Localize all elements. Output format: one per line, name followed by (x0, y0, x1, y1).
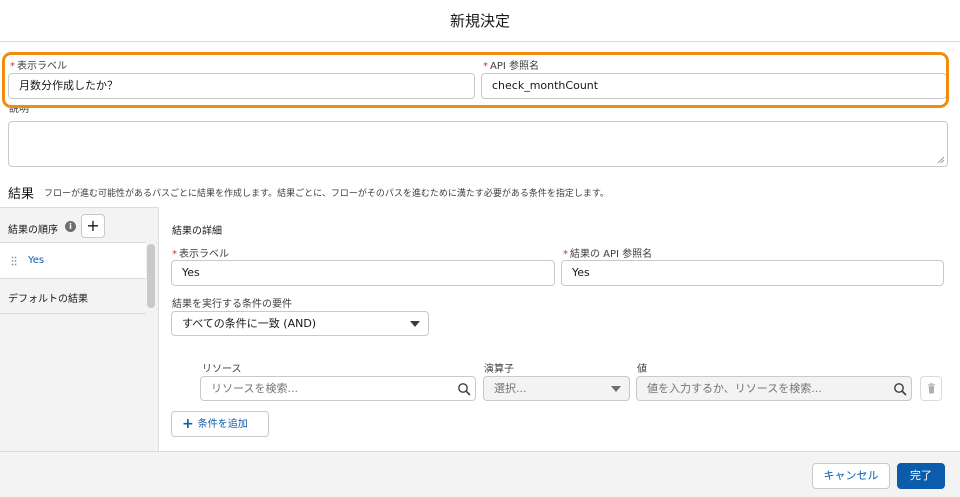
search-icon (894, 383, 907, 396)
modal-footer: キャンセル 完了 (0, 451, 960, 497)
operator-select-value: 選択... (494, 382, 527, 395)
info-icon[interactable]: i (65, 221, 76, 232)
outcome-list-panel: 結果の順序 i + Yes デフォルトの結果 (0, 207, 159, 451)
done-button[interactable]: 完了 (897, 463, 945, 489)
outcomes-section-title: 結果 (8, 187, 35, 202)
outcome-item-default[interactable]: デフォルトの結果 (0, 278, 146, 314)
outcome-api-field-label-text: 結果の API 参照名 (570, 249, 653, 260)
outcomes-section-description: フローが進む可能性があるパスごとに結果を作成します。結果ごとに、フローがそのパス… (44, 189, 609, 199)
label-field-label: * 表示ラベル (10, 57, 67, 72)
condition-requirement-value: すべての条件に一致 (AND) (182, 317, 317, 330)
modal-title: 新規決定 (449, 12, 510, 30)
required-marker: * (10, 61, 15, 72)
add-outcome-button[interactable]: + (81, 214, 105, 238)
required-marker: * (172, 249, 177, 260)
operator-select[interactable]: 選択... (483, 376, 630, 401)
delete-condition-button[interactable] (920, 376, 942, 401)
api-name-field-label: * API 参照名 (483, 57, 539, 72)
outcome-detail-title: 結果の詳細 (172, 226, 222, 237)
chevron-down-icon (410, 321, 420, 327)
modal-header: 新規決定 (0, 0, 960, 42)
outcome-api-field-label: * 結果の API 参照名 (563, 245, 652, 260)
api-name-input[interactable]: check_monthCount (481, 73, 947, 99)
operator-label: 演算子 (484, 364, 514, 375)
resource-label: リソース (202, 364, 242, 375)
outcome-item-yes[interactable]: Yes (0, 242, 146, 278)
outcome-item-default-label: デフォルトの結果 (8, 294, 88, 305)
value-search-input[interactable]: 値を入力するか、リソースを検索... (636, 376, 912, 401)
outcome-item-yes-label: Yes (28, 255, 45, 266)
add-condition-button[interactable]: + 条件を追加 (171, 411, 269, 437)
outcome-order-label: 結果の順序 (8, 225, 58, 236)
condition-requirement-label: 結果を実行する条件の要件 (172, 299, 292, 310)
outcome-label-input[interactable]: Yes (171, 260, 555, 286)
description-textarea[interactable] (8, 121, 948, 167)
value-search-placeholder: 値を入力するか、リソースを検索... (647, 382, 822, 395)
resource-search-placeholder: リソースを検索... (211, 382, 298, 395)
description-field-label: 説明 (9, 108, 29, 115)
required-marker: * (483, 61, 488, 72)
drag-handle-icon[interactable] (11, 256, 17, 266)
label-input[interactable]: 月数分作成したか？ (8, 73, 475, 99)
add-condition-label: 条件を追加 (197, 419, 248, 430)
outcome-api-name-input[interactable]: Yes (561, 260, 944, 286)
value-label: 値 (637, 364, 647, 375)
resource-search-input[interactable]: リソースを検索... (200, 376, 476, 401)
trash-icon (927, 383, 936, 394)
resize-grip-icon[interactable] (937, 156, 945, 164)
search-icon (458, 383, 471, 396)
chevron-down-icon (611, 386, 621, 392)
required-marker: * (563, 249, 568, 260)
label-field-label-text: 表示ラベル (17, 61, 67, 72)
outcome-label-field-label-text: 表示ラベル (179, 249, 229, 260)
cancel-button[interactable]: キャンセル (812, 463, 890, 489)
api-name-field-label-text: API 参照名 (490, 61, 539, 72)
outcome-list-scrollbar[interactable] (147, 244, 155, 308)
outcome-label-field-label: * 表示ラベル (172, 245, 229, 260)
plus-icon: + (182, 416, 194, 432)
condition-requirement-select[interactable]: すべての条件に一致 (AND) (171, 311, 429, 336)
